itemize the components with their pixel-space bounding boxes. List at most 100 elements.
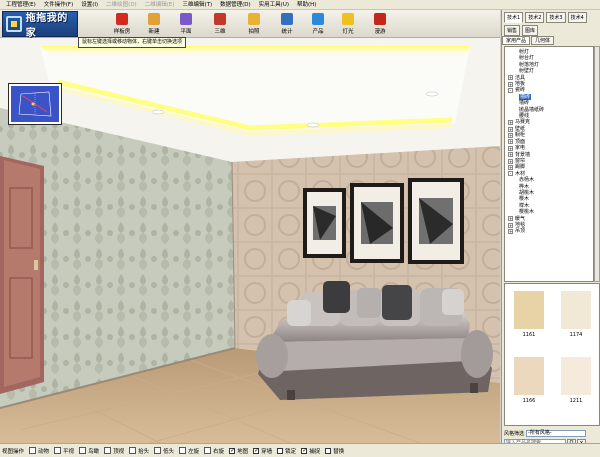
toolbar-button-label: 统计 bbox=[281, 29, 293, 35]
toolbar-button-0[interactable]: 样板房 bbox=[108, 11, 136, 37]
minimap-plan-icon bbox=[18, 91, 52, 117]
minimap[interactable] bbox=[8, 83, 62, 125]
product-thumbnails: 1161 1174 1166 1211 bbox=[504, 283, 600, 426]
view-icon bbox=[129, 447, 137, 454]
view-control-2[interactable]: 平视 bbox=[54, 447, 74, 455]
toolbar-button-1[interactable]: 新建 bbox=[140, 11, 168, 37]
panel-tab-5[interactable]: 图库 bbox=[522, 25, 539, 36]
category-tab-0[interactable]: 家用产品 bbox=[502, 36, 531, 45]
style-filter-select[interactable]: -所有风格- bbox=[526, 429, 587, 437]
expand-icon[interactable]: + bbox=[508, 126, 513, 132]
option-label: 锁定 bbox=[285, 448, 297, 455]
option-check-4[interactable]: 替换 bbox=[325, 447, 344, 455]
flag-icon bbox=[116, 13, 128, 25]
expand-icon[interactable]: + bbox=[508, 216, 513, 222]
menu-item-6[interactable]: 数据管理(D) bbox=[216, 0, 255, 10]
logo-icon bbox=[6, 16, 22, 32]
menu-item-2[interactable]: 设置(I) bbox=[77, 0, 102, 10]
menu-bar: 工程管理(E) 文件操作(F) 设置(I) 二维绘图(D) 二维编辑(E) 三维编辑(T)… bbox=[0, 0, 600, 10]
menu-item-3[interactable]: 二维绘图(D) bbox=[102, 0, 141, 10]
toolbar-button-5[interactable]: 统计 bbox=[273, 11, 301, 37]
panel-tab-3[interactable]: 技术4 bbox=[567, 12, 587, 23]
option-label: 地图 bbox=[237, 448, 249, 455]
view-control-3[interactable]: 鸟瞰 bbox=[79, 447, 99, 455]
expand-icon[interactable]: + bbox=[508, 222, 513, 228]
globe-icon bbox=[312, 13, 324, 25]
option-check-1[interactable]: 穿墙 bbox=[253, 447, 272, 455]
toolbar-button-7[interactable]: 灯光 bbox=[334, 11, 362, 37]
expand-icon[interactable]: + bbox=[508, 158, 513, 164]
style-filter-label: 风格筛选 bbox=[504, 430, 525, 437]
view-control-5[interactable]: 抬头 bbox=[129, 447, 149, 455]
product-code: 1174 bbox=[569, 332, 583, 338]
panel-tab-2[interactable]: 技术3 bbox=[546, 12, 566, 23]
checkbox[interactable] bbox=[325, 447, 332, 454]
expand-icon[interactable]: + bbox=[508, 152, 513, 158]
view-control-1[interactable]: 动物 bbox=[29, 447, 49, 455]
menu-item-4[interactable]: 二维编辑(E) bbox=[141, 0, 179, 10]
expand-icon[interactable]: + bbox=[508, 145, 513, 151]
toolbar-button-2[interactable]: 平面 bbox=[172, 11, 200, 37]
menu-item-5[interactable]: 三维编辑(T) bbox=[178, 0, 216, 10]
view-control-6[interactable]: 低头 bbox=[154, 447, 174, 455]
view-control-label: 平视 bbox=[63, 448, 75, 455]
expand-icon[interactable]: + bbox=[508, 139, 513, 145]
view-control-label: 左旋 bbox=[188, 448, 200, 455]
category-tree[interactable]: 射灯 射台灯 射落地灯 射壁灯 + 洁具 + 地板 - 瓷砖 墙砖 墙砖 抛晶墙纸砖 腰线 + 马赛克 + 壁纸 +… bbox=[504, 46, 594, 282]
expand-icon[interactable]: + bbox=[508, 165, 513, 171]
view-control-label: 视图操作 bbox=[2, 448, 25, 455]
view-control-label: 动物 bbox=[38, 448, 50, 455]
option-check-3[interactable]: 捕捉 bbox=[301, 447, 320, 455]
expand-icon[interactable]: - bbox=[508, 88, 513, 94]
expand-icon[interactable]: + bbox=[508, 132, 513, 138]
view-control-8[interactable]: 右旋 bbox=[204, 447, 224, 455]
panel-tab-1[interactable]: 技术2 bbox=[525, 12, 545, 23]
option-label: 捕捉 bbox=[309, 448, 321, 455]
view-icon bbox=[179, 447, 187, 454]
toolbar-button-6[interactable]: 产品 bbox=[304, 11, 332, 37]
tree-scrollbar[interactable] bbox=[594, 46, 600, 282]
toolbar-button-3[interactable]: 三维 bbox=[206, 11, 234, 37]
checkbox[interactable] bbox=[229, 447, 235, 454]
expand-icon[interactable]: + bbox=[508, 81, 513, 87]
expand-icon[interactable]: + bbox=[508, 229, 513, 235]
product-thumbnail[interactable]: 1166 bbox=[508, 354, 550, 410]
checkbox[interactable] bbox=[301, 447, 307, 454]
3d-viewport[interactable] bbox=[0, 38, 500, 443]
walk-icon bbox=[374, 13, 386, 25]
toolbar: 拖拖我的家 样板房 新建 平面 三维 拍照 统计 产品 灯光 漫游 bbox=[0, 10, 500, 39]
tile-swatch bbox=[561, 291, 591, 329]
product-thumbnail[interactable]: 1174 bbox=[555, 288, 597, 344]
product-code: 1211 bbox=[569, 398, 583, 404]
category-tab-1[interactable]: 几何体 bbox=[531, 36, 555, 45]
expand-icon[interactable]: + bbox=[508, 120, 513, 126]
menu-item-7[interactable]: 实用工具(U) bbox=[255, 0, 293, 10]
menu-item-8[interactable]: 帮助(H) bbox=[293, 0, 320, 10]
option-label: 替换 bbox=[333, 448, 345, 455]
checkbox[interactable] bbox=[253, 447, 259, 454]
view-control-7[interactable]: 左旋 bbox=[179, 447, 199, 455]
option-check-0[interactable]: 地图 bbox=[229, 447, 248, 455]
toolbar-button-4[interactable]: 拍照 bbox=[240, 11, 268, 37]
expand-icon[interactable]: + bbox=[508, 75, 513, 81]
tree-item-label: 吊顶 bbox=[515, 228, 526, 235]
panel-tab-0[interactable]: 技术1 bbox=[504, 12, 524, 23]
view-icon bbox=[154, 447, 162, 454]
product-code: 1161 bbox=[522, 332, 536, 338]
toolbar-button-label: 三维 bbox=[214, 29, 226, 35]
product-thumbnail[interactable]: 1161 bbox=[508, 288, 550, 344]
camera-icon bbox=[248, 13, 260, 25]
tile-swatch bbox=[514, 291, 544, 329]
app-window: 工程管理(E) 文件操作(F) 设置(I) 二维绘图(D) 二维编辑(E) 三维编辑(T)… bbox=[0, 0, 600, 457]
option-check-2[interactable]: 锁定 bbox=[277, 447, 296, 455]
panel-tab-4[interactable]: 销售 bbox=[504, 25, 521, 36]
view-control-label: 抬头 bbox=[138, 448, 150, 455]
toolbar-button-8[interactable]: 漫游 bbox=[366, 11, 394, 37]
view-icon bbox=[204, 447, 212, 454]
product-thumbnail[interactable]: 1211 bbox=[555, 354, 597, 410]
expand-icon[interactable]: - bbox=[508, 171, 513, 177]
panel-top-tabs: 技术1 技术2 技术3 技术4 销售 图库 bbox=[502, 10, 600, 38]
view-control-4[interactable]: 顶视 bbox=[104, 447, 124, 455]
checkbox[interactable] bbox=[277, 447, 284, 454]
tree-item[interactable]: + 吊顶 bbox=[505, 228, 593, 234]
